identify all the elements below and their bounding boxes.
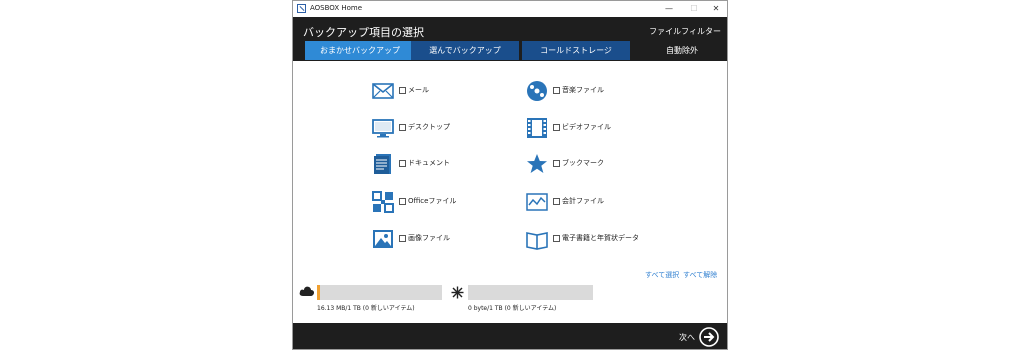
item-label: メール — [408, 86, 429, 94]
mail-icon — [372, 83, 394, 99]
deselect-all-link[interactable]: すべて解除 — [683, 270, 717, 280]
office-checkbox[interactable] — [399, 198, 406, 205]
image-icon — [373, 230, 393, 248]
item-label: ドキュメント — [408, 159, 450, 167]
next-label[interactable]: 次へ — [679, 332, 695, 343]
cold-storage-text: 0 byte/1 TB (0 新しいアイテム) — [468, 305, 557, 312]
tab-cold-storage[interactable]: コールドストレージ — [522, 41, 630, 60]
music-icon — [527, 81, 547, 101]
video-icon — [527, 118, 547, 138]
bookmark-checkbox[interactable] — [553, 160, 560, 167]
minimize-button[interactable]: — — [663, 3, 675, 15]
tab-select-backup[interactable]: 選んでバックアップ — [411, 41, 519, 60]
desktop-checkbox[interactable] — [399, 124, 406, 131]
book-icon — [526, 232, 548, 250]
ebook-checkbox[interactable] — [553, 235, 560, 242]
tab-auto-backup[interactable]: おまかせバックアップ — [305, 41, 415, 60]
video-checkbox[interactable] — [553, 124, 560, 131]
item-label: 音楽ファイル — [562, 86, 604, 94]
music-checkbox[interactable] — [553, 87, 560, 94]
mail-checkbox[interactable] — [399, 87, 406, 94]
item-label: 電子書籍と年賀状データ — [562, 234, 639, 242]
tab-auto-exclude[interactable]: 自動除外 — [638, 41, 726, 60]
item-label: デスクトップ — [408, 123, 450, 131]
app-window: AOSBOX Home — ☐ ✕ バックアップ項目の選択 ファイルフィルター … — [292, 0, 728, 350]
select-all-link[interactable]: すべて選択 — [645, 270, 679, 280]
cloud-storage-fill — [317, 285, 320, 300]
app-logo-icon — [297, 4, 306, 13]
maximize-button[interactable]: ☐ — [688, 3, 700, 15]
cloud-storage-bar — [317, 285, 442, 300]
title-bar: AOSBOX Home — ☐ ✕ — [293, 1, 727, 17]
monitor-icon — [372, 119, 394, 138]
header: バックアップ項目の選択 ファイルフィルター おまかせバックアップ 選んでバックア… — [293, 17, 727, 61]
star-icon — [527, 154, 547, 173]
item-label: 会計ファイル — [562, 197, 604, 205]
document-icon — [374, 154, 391, 174]
item-label: ブックマーク — [562, 159, 604, 167]
next-arrow-icon[interactable] — [699, 327, 719, 347]
window-title: AOSBOX Home — [310, 4, 363, 12]
accounting-checkbox[interactable] — [553, 198, 560, 205]
file-filter-link[interactable]: ファイルフィルター — [649, 26, 721, 37]
item-label: 画像ファイル — [408, 234, 450, 242]
backup-items-panel: メール デスクトップ ドキュメント Officeファイル 画像ファイル 音楽ファ… — [293, 61, 727, 323]
cloud-icon — [299, 286, 315, 296]
cloud-storage-text: 16.13 MB/1 TB (0 新しいアイテム) — [317, 305, 415, 312]
image-checkbox[interactable] — [399, 235, 406, 242]
chart-icon — [526, 193, 548, 211]
cold-storage-bar — [468, 285, 593, 300]
snowflake-icon — [451, 286, 464, 299]
item-label: Officeファイル — [408, 197, 457, 205]
footer: 次へ — [293, 323, 727, 349]
item-label: ビデオファイル — [562, 123, 611, 131]
close-button[interactable]: ✕ — [710, 3, 722, 15]
page-title: バックアップ項目の選択 — [303, 26, 424, 39]
document-checkbox[interactable] — [399, 160, 406, 167]
office-icon — [372, 191, 394, 213]
